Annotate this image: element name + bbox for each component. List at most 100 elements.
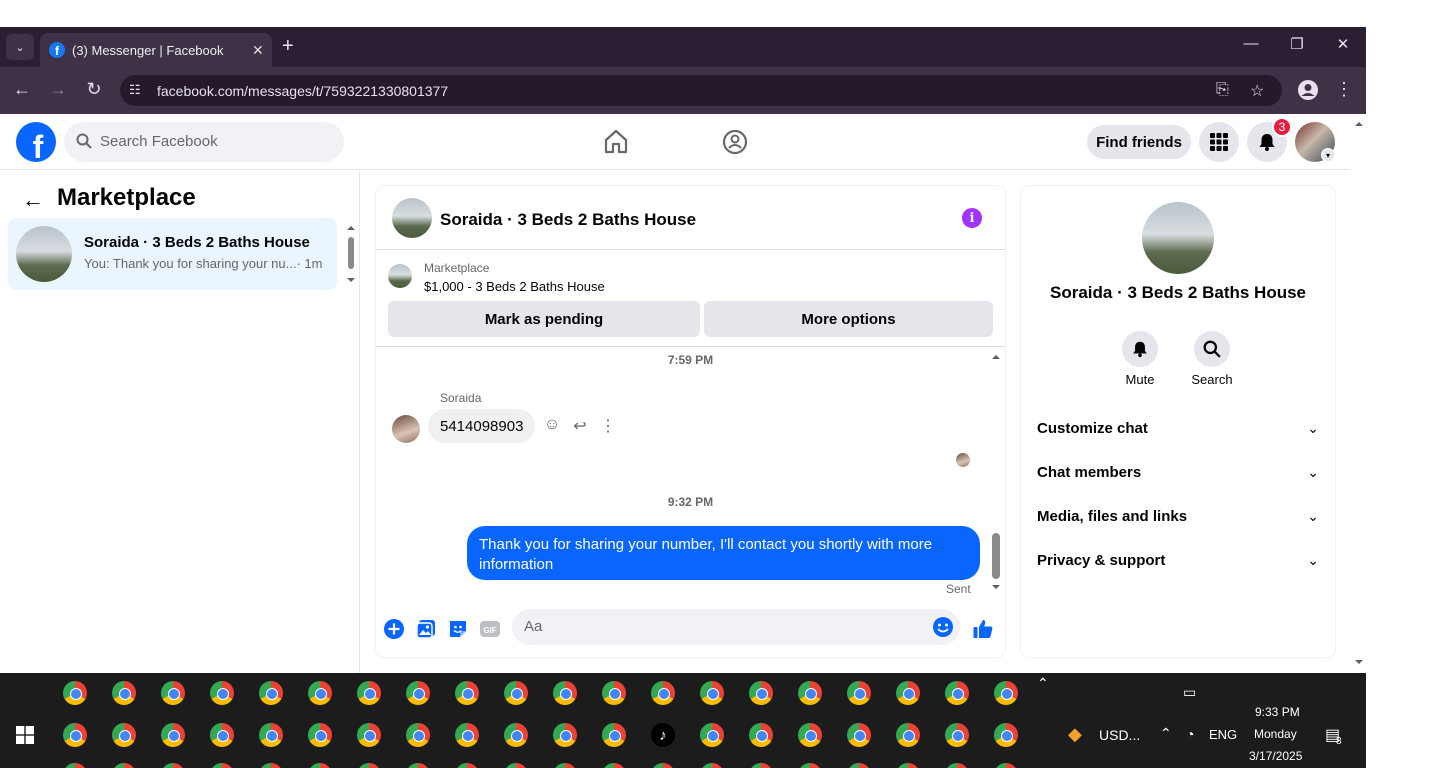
wifi-icon[interactable]: ◔: [1186, 726, 1194, 742]
chrome-app-icon[interactable]: [749, 723, 773, 747]
facebook-logo[interactable]: f: [16, 122, 56, 162]
profile-icon[interactable]: [1297, 79, 1319, 101]
privacy-support-section[interactable]: Privacy & support ⌄: [1037, 542, 1319, 578]
chat-list-scrollbar[interactable]: [344, 221, 358, 291]
chrome-app-icon[interactable]: [847, 681, 871, 705]
chrome-app-icon[interactable]: [553, 723, 577, 747]
gif-icon[interactable]: GIF: [479, 618, 501, 640]
chrome-app-icon[interactable]: [161, 763, 185, 768]
chrome-app-icon[interactable]: [700, 763, 724, 768]
minimize-icon[interactable]: —: [1236, 35, 1266, 52]
chrome-app-icon[interactable]: [945, 723, 969, 747]
site-settings-icon[interactable]: ☷: [129, 82, 141, 98]
chat-members-section[interactable]: Chat members ⌄: [1037, 454, 1319, 490]
photo-icon[interactable]: [415, 618, 437, 640]
chrome-app-icon[interactable]: [210, 681, 234, 705]
media-files-links-section[interactable]: Media, files and links ⌄: [1037, 498, 1319, 534]
listing-photo[interactable]: [1142, 202, 1214, 274]
message-input[interactable]: Aa: [512, 609, 960, 645]
clock-day[interactable]: Monday: [1254, 727, 1297, 741]
chrome-app-icon[interactable]: [798, 681, 822, 705]
chrome-app-icon[interactable]: [357, 763, 381, 768]
chrome-app-icon[interactable]: [112, 763, 136, 768]
chrome-app-icon[interactable]: [406, 723, 430, 747]
listing-thumbnail[interactable]: [388, 264, 412, 288]
customize-chat-section[interactable]: Customize chat ⌄: [1037, 410, 1319, 446]
chrome-app-icon[interactable]: [994, 681, 1018, 705]
chrome-app-icon[interactable]: [798, 723, 822, 747]
chrome-app-icon[interactable]: [63, 763, 87, 768]
groups-icon[interactable]: [721, 128, 749, 156]
tiktok-app-icon[interactable]: ♪: [651, 723, 675, 747]
chrome-app-icon[interactable]: [847, 763, 871, 768]
react-icon[interactable]: ☺: [542, 416, 562, 434]
more-icon[interactable]: ⋮: [598, 416, 618, 436]
search-in-conversation-button[interactable]: [1194, 331, 1230, 367]
chrome-app-icon[interactable]: [847, 723, 871, 747]
chrome-app-icon[interactable]: [553, 681, 577, 705]
conversation-item[interactable]: Soraida · 3 Beds 2 Baths House You: Than…: [8, 218, 337, 290]
chrome-app-icon[interactable]: [308, 763, 332, 768]
chrome-app-icon[interactable]: [749, 763, 773, 768]
reply-icon[interactable]: ↩: [570, 416, 590, 436]
chrome-app-icon[interactable]: [896, 681, 920, 705]
chrome-app-icon[interactable]: [210, 723, 234, 747]
clock-date[interactable]: 3/17/2025: [1249, 749, 1302, 763]
sender-avatar[interactable]: [392, 415, 420, 443]
chrome-app-icon[interactable]: [161, 723, 185, 747]
chrome-app-icon[interactable]: [406, 763, 430, 768]
chrome-app-icon[interactable]: [63, 681, 87, 705]
chrome-app-icon[interactable]: [651, 763, 675, 768]
show-hidden-icons-chevron-icon[interactable]: ⌃: [1160, 725, 1172, 742]
chrome-app-icon[interactable]: [259, 681, 283, 705]
chrome-app-icon[interactable]: [63, 723, 87, 747]
outgoing-message[interactable]: Thank you for sharing your number, I'll …: [467, 526, 980, 580]
chrome-app-icon[interactable]: [112, 723, 136, 747]
conversation-avatar[interactable]: [392, 198, 432, 238]
chrome-app-icon[interactable]: [357, 681, 381, 705]
chrome-app-icon[interactable]: [161, 681, 185, 705]
page-scrollbar[interactable]: [1352, 114, 1366, 673]
new-tab-icon[interactable]: +: [282, 35, 294, 58]
chrome-app-icon[interactable]: [504, 763, 528, 768]
chrome-app-icon[interactable]: [210, 763, 234, 768]
chrome-app-icon[interactable]: [455, 681, 479, 705]
mute-button[interactable]: [1122, 331, 1158, 367]
listing-title[interactable]: $1,000 - 3 Beds 2 Baths House: [424, 279, 605, 294]
back-arrow-icon[interactable]: ←: [22, 187, 44, 213]
clock-time[interactable]: 9:33 PM: [1255, 705, 1300, 719]
chrome-app-icon[interactable]: [602, 763, 626, 768]
home-icon[interactable]: [602, 128, 630, 156]
chrome-app-icon[interactable]: [112, 681, 136, 705]
chrome-app-icon[interactable]: [259, 763, 283, 768]
chrome-app-icon[interactable]: [259, 723, 283, 747]
messages-scrollbar[interactable]: [989, 350, 1003, 592]
chevron-down-icon[interactable]: ▾: [1321, 148, 1335, 162]
language-indicator[interactable]: ENG: [1209, 727, 1237, 742]
browser-menu-icon[interactable]: ⋮: [1332, 79, 1356, 100]
chrome-app-icon[interactable]: [651, 681, 675, 705]
chrome-app-icon[interactable]: [602, 681, 626, 705]
emoji-icon[interactable]: [932, 616, 954, 638]
more-options-button[interactable]: More options: [704, 301, 993, 337]
address-bar[interactable]: ☷ facebook.com/messages/t/75932213308013…: [120, 75, 1282, 106]
chrome-app-icon[interactable]: [504, 681, 528, 705]
taskbar-scroll-up-icon[interactable]: ⌃: [1037, 675, 1049, 692]
currency-widget-icon[interactable]: ◆: [1068, 724, 1082, 745]
menu-grid-button[interactable]: [1199, 122, 1239, 162]
chrome-app-icon[interactable]: [896, 763, 920, 768]
forward-icon[interactable]: →: [46, 79, 70, 100]
currency-widget-label[interactable]: USD...: [1099, 727, 1140, 743]
mark-as-pending-button[interactable]: Mark as pending: [388, 301, 700, 337]
browser-tab[interactable]: f (3) Messenger | Facebook ✕: [40, 33, 272, 67]
conversation-title[interactable]: Soraida · 3 Beds 2 Baths House: [440, 210, 696, 230]
chrome-app-icon[interactable]: [553, 763, 577, 768]
chrome-app-icon[interactable]: [945, 763, 969, 768]
tab-search-button[interactable]: ⌄: [6, 34, 34, 60]
chrome-app-icon[interactable]: [455, 723, 479, 747]
chrome-app-icon[interactable]: [798, 763, 822, 768]
chrome-app-icon[interactable]: [308, 723, 332, 747]
chrome-app-icon[interactable]: [700, 723, 724, 747]
chrome-app-icon[interactable]: [308, 681, 332, 705]
incoming-message[interactable]: 5414098903: [428, 409, 536, 443]
